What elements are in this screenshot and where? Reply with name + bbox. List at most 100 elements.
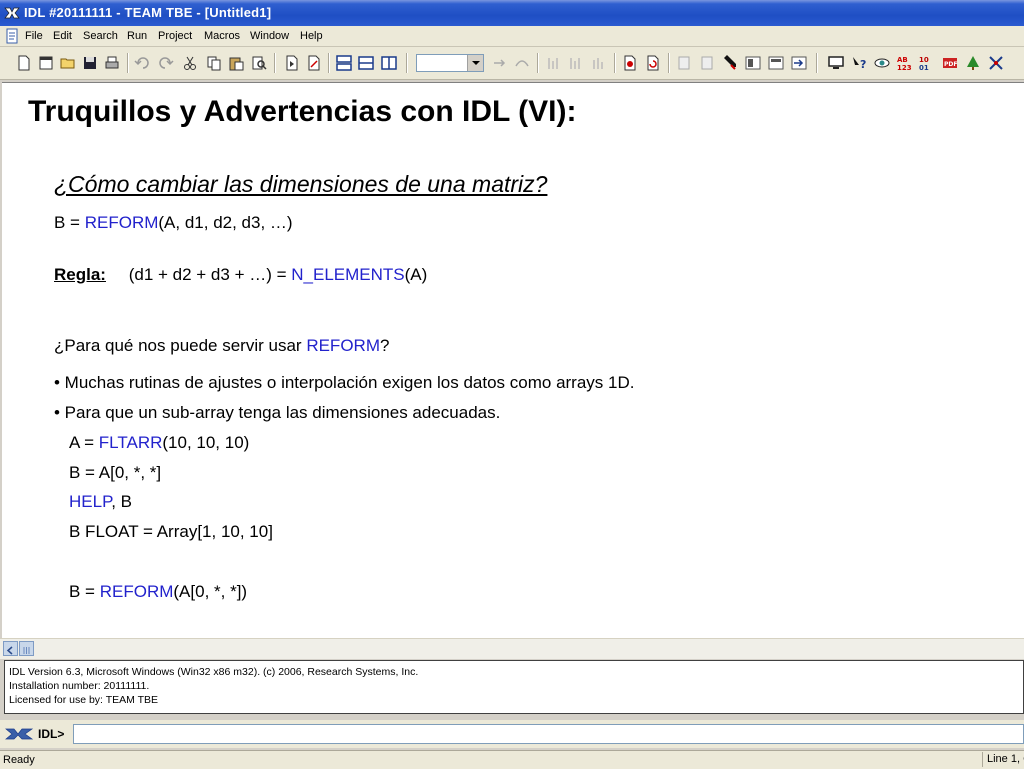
window-title: IDL #20111111 - TEAM TBE - [Untitled1]: [24, 5, 272, 20]
keyword-reform: REFORM: [306, 336, 380, 355]
open-folder-icon[interactable]: [60, 55, 76, 71]
chevron-down-icon[interactable]: [467, 55, 483, 71]
menu-search[interactable]: Search: [83, 30, 118, 42]
menu-file[interactable]: File: [25, 30, 43, 42]
undo-icon[interactable]: [134, 55, 150, 71]
code-line-1: A = FLTARR(10, 10, 10): [69, 433, 249, 453]
command-prompt: IDL>: [38, 727, 65, 741]
edit-icon[interactable]: [722, 55, 738, 71]
editor-pane[interactable]: Truquillos y Advertencias con IDL (VI): …: [2, 82, 1024, 639]
variables-icon[interactable]: AB123: [897, 55, 913, 71]
paste-icon[interactable]: [228, 55, 244, 71]
status-bar: Ready Line 1, Col 1: [0, 750, 1024, 769]
panel-icon[interactable]: [745, 55, 761, 71]
debug-icon[interactable]: [568, 55, 584, 71]
import-icon[interactable]: [791, 55, 807, 71]
reform-syntax-line: B = REFORM(A, d1, d2, d3, …): [54, 213, 293, 233]
rule-line: Regla: (d1 + d2 + d3 + …) = N_ELEMENTS(A…: [54, 265, 427, 285]
scroll-thumb[interactable]: [19, 641, 34, 656]
log-line: Licensed for use by: TEAM TBE: [9, 694, 159, 706]
question-text: ¿Cómo cambiar las dimensiones de una mat…: [54, 171, 548, 197]
code-text: B =: [69, 582, 100, 601]
bullet-2: • Para que un sub-array tenga las dimens…: [54, 403, 501, 422]
tree-icon[interactable]: [965, 55, 981, 71]
step-into-icon[interactable]: [492, 55, 508, 71]
stop-icon[interactable]: [622, 55, 638, 71]
tools-icon[interactable]: [988, 55, 1004, 71]
menu-project[interactable]: Project: [158, 30, 192, 42]
bullet-1: • Muchas rutinas de ajustes o interpolac…: [54, 373, 635, 392]
eye-icon[interactable]: [874, 55, 890, 71]
save-icon[interactable]: [82, 55, 98, 71]
redo-icon[interactable]: [158, 55, 174, 71]
code-text: , B: [111, 492, 133, 511]
svg-text:AB: AB: [897, 56, 908, 64]
tile-icon[interactable]: [358, 55, 374, 71]
breakpoint-icon[interactable]: [546, 55, 562, 71]
output-log[interactable]: IDL Version 6.3, Microsoft Windows (Win3…: [4, 660, 1024, 714]
copy-icon[interactable]: [206, 55, 222, 71]
idl-logo-icon: [5, 728, 33, 740]
purpose-text: ¿Para qué nos puede servir usar: [54, 336, 307, 355]
print-icon[interactable]: [104, 55, 120, 71]
keyword-reform: REFORM: [99, 582, 174, 601]
toolbar-combo[interactable]: [416, 54, 484, 72]
toolbar: ? AB 123 10 01 PDF: [0, 47, 1024, 80]
reset-icon[interactable]: [645, 55, 661, 71]
slide-heading: Truquillos y Advertencias con IDL (VI):: [28, 95, 577, 128]
monitor-icon[interactable]: [828, 55, 844, 71]
binary-icon[interactable]: 1001: [919, 55, 935, 71]
new-window-icon[interactable]: [38, 55, 54, 71]
scroll-left-icon[interactable]: [3, 641, 18, 656]
cut-icon[interactable]: [182, 55, 198, 71]
code-line-2: B = A[0, *, *]: [69, 463, 162, 482]
pdf-icon[interactable]: PDF: [942, 55, 958, 71]
profile-icon[interactable]: [676, 55, 692, 71]
code-line-5: B = REFORM(A[0, *, *]): [69, 582, 247, 602]
layout-icon[interactable]: [768, 55, 784, 71]
rule-text: (d1 + d2 + d3 + …) =: [128, 265, 292, 284]
step-out-icon[interactable]: [591, 55, 607, 71]
keyword-reform: REFORM: [84, 213, 159, 232]
tile-vertical-icon[interactable]: [381, 55, 397, 71]
compile-icon[interactable]: [284, 55, 300, 71]
title-bar: IDL #20111111 - TEAM TBE - [Untitled1]: [0, 0, 1024, 26]
menu-help[interactable]: Help: [300, 30, 323, 42]
menu-edit[interactable]: Edit: [53, 30, 72, 42]
svg-text:123: 123: [897, 64, 912, 71]
code-text: (A, d1, d2, d3, …): [158, 213, 293, 232]
code-text: A =: [69, 433, 99, 452]
find-icon[interactable]: [251, 55, 267, 71]
menu-window[interactable]: Window: [250, 30, 289, 42]
rule-label: Regla:: [54, 265, 106, 284]
log-line: Installation number: 20111111.: [9, 680, 150, 692]
menu-macros[interactable]: Macros: [204, 30, 240, 42]
menu-run[interactable]: Run: [127, 30, 147, 42]
code-text: (A): [404, 265, 428, 284]
horizontal-scrollbar[interactable]: [0, 638, 1024, 659]
help-icon[interactable]: ?: [851, 55, 867, 71]
svg-text:PDF: PDF: [944, 61, 957, 68]
code-line-4: B FLOAT = Array[1, 10, 10]: [69, 522, 273, 541]
svg-text:01: 01: [919, 64, 929, 71]
keyword-fltarr: FLTARR: [98, 433, 163, 452]
code-line-3: HELP, B: [69, 492, 132, 512]
cursor-position: Line 1, Col 1: [982, 752, 1024, 767]
command-input[interactable]: [73, 724, 1024, 744]
keyword-n-elements: N_ELEMENTS: [291, 265, 405, 284]
purpose-line: ¿Para qué nos puede servir usar REFORM?: [54, 336, 389, 356]
new-file-icon[interactable]: [16, 55, 32, 71]
step-over-icon[interactable]: [514, 55, 530, 71]
keyword-help: HELP: [69, 492, 112, 511]
status-text: Ready: [3, 754, 35, 766]
trace-icon[interactable]: [699, 55, 715, 71]
menu-bar: File Edit Search Run Project Macros Wind…: [0, 26, 1024, 47]
document-icon[interactable]: [5, 28, 19, 44]
code-text: B =: [54, 213, 85, 232]
code-text: (A[0, *, *]): [173, 582, 248, 601]
idl-logo-icon: [4, 7, 20, 19]
purpose-text: ?: [379, 336, 390, 355]
tile-horizontal-icon[interactable]: [336, 55, 352, 71]
svg-text:?: ?: [860, 58, 866, 71]
run-icon[interactable]: [306, 55, 322, 71]
